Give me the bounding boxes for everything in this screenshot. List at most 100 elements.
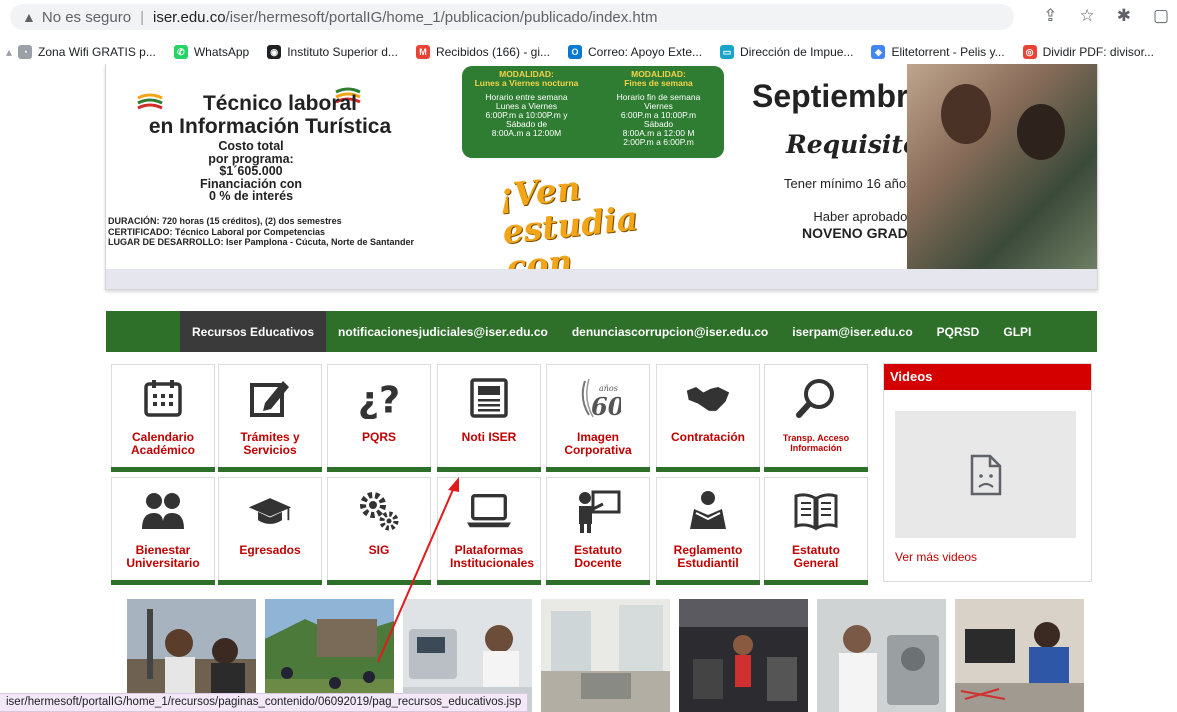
teacher-icon — [575, 488, 621, 534]
browser-actions: ⇪ ☆ ✱ ▢ — [1043, 6, 1169, 26]
bookmarks-separator-icon: ▴ — [6, 45, 13, 59]
bookmark-favicon-icon: ◉ — [267, 45, 282, 59]
warning-icon: ▲ — [22, 9, 36, 25]
tile-label: Transp. Acceso Información — [782, 433, 850, 453]
window-icon[interactable]: ▢ — [1153, 6, 1169, 26]
resource-tile[interactable]: Noti ISER — [437, 364, 541, 472]
url-host[interactable]: iser.edu.co — [153, 9, 226, 26]
detail-line: DURACIÓN: 720 horas (15 créditos), (2) d… — [108, 216, 342, 226]
nav-item[interactable]: notificacionesjudiciales@iser.edu.co — [326, 311, 560, 352]
resource-tile[interactable]: ¿? PQRS — [327, 364, 431, 472]
nav-item[interactable]: GLPI — [991, 311, 1043, 352]
tile-label: Egresados — [239, 543, 301, 557]
nav-item[interactable]: PQRSD — [925, 311, 992, 352]
edit-icon — [247, 375, 293, 421]
cost-line: Costo total — [218, 139, 284, 153]
broken-file-icon — [970, 454, 1001, 495]
videos-header: Videos — [884, 364, 1091, 390]
resource-tile[interactable]: Plataformas Institucionales — [437, 477, 541, 585]
students-photo — [907, 64, 1097, 270]
bookmark-favicon-icon: ✆ — [173, 45, 188, 59]
schedule-body: Horario entre semana Lunes a Viernes 6:0… — [485, 92, 568, 138]
resource-tile[interactable]: Calendario Académico — [111, 364, 215, 472]
resource-tile[interactable]: Bienestar Universitario — [111, 477, 215, 585]
bookmark-favicon-icon: ▭ — [720, 45, 735, 59]
banner-title-line2: en Información Turística — [148, 115, 392, 138]
share-icon[interactable]: ⇪ — [1043, 6, 1057, 26]
bookmark-favicon-icon: ◎ — [1022, 45, 1037, 59]
tile-label: Trámites y Servicios — [240, 430, 300, 457]
resource-tile[interactable]: Estatuto General — [764, 477, 868, 585]
svg-text:60: 60 — [591, 392, 621, 421]
banner-title: Técnico laboral en Información Turística — [140, 92, 400, 138]
resource-tile[interactable]: SIG — [327, 477, 431, 585]
requirement-line: Haber aprobado — [813, 209, 908, 224]
bookmark-item[interactable]: ▭ Dirección de Impue... — [720, 45, 853, 59]
browser-toolbar: ▲ No es seguro | iser.edu.co/iser/hermes… — [0, 0, 1177, 36]
bookmark-label: Instituto Superior d... — [287, 45, 398, 59]
svg-text:años: años — [599, 384, 618, 393]
promo-banner[interactable]: Técnico laboral en Información Turística… — [105, 64, 1098, 290]
security-label[interactable]: No es seguro — [42, 9, 131, 26]
resource-tile[interactable]: 60años Imagen Corporativa — [546, 364, 650, 472]
bookmark-label: WhatsApp — [193, 45, 250, 59]
users-icon — [140, 488, 186, 534]
bookmark-label: Correo: Apoyo Exte... — [587, 45, 703, 59]
calendar-icon — [140, 375, 186, 421]
bookmark-favicon-icon: ◔ — [18, 45, 33, 59]
status-url: iser/hermesoft/portalIG/home_1/recursos/… — [0, 693, 529, 712]
anniversary-logo-icon: 60años — [575, 375, 621, 421]
book-icon — [793, 488, 839, 534]
magnifier-icon — [793, 375, 839, 421]
nav-item[interactable]: denunciascorrupcion@iser.edu.co — [560, 311, 780, 352]
svg-text:¿?: ¿? — [358, 378, 400, 419]
photo-workshop[interactable] — [541, 599, 670, 712]
resource-tile[interactable]: Estatuto Docente — [546, 477, 650, 585]
address-separator: | — [140, 8, 144, 26]
tile-label: PQRS — [361, 430, 396, 444]
gears-icon — [356, 488, 402, 534]
bookmark-label: Zona Wifi GRATIS p... — [38, 45, 156, 59]
extensions-icon[interactable]: ✱ — [1117, 6, 1131, 26]
bookmark-favicon-icon: M — [415, 45, 430, 59]
bookmark-item[interactable]: ◔ Zona Wifi GRATIS p... — [18, 45, 156, 59]
address-bar[interactable]: ▲ No es seguro | iser.edu.co/iser/hermes… — [10, 4, 1014, 30]
tile-label: Noti ISER — [461, 430, 517, 444]
schedule-box: MODALIDAD: Lunes a Viernes nocturna Hora… — [462, 66, 724, 158]
nav-item[interactable]: Recursos Educativos — [180, 311, 327, 352]
banner-cost: Costo total por programa: $1´605.000 Fin… — [186, 140, 316, 203]
resource-tile[interactable]: Reglamento Estudiantil — [656, 477, 760, 585]
student-reading-icon — [685, 488, 731, 534]
video-player[interactable] — [895, 411, 1076, 538]
nav-item[interactable]: iserpam@iser.edu.co — [780, 311, 924, 352]
tile-label: Bienestar Universitario — [126, 543, 200, 570]
resource-tile[interactable]: Egresados — [218, 477, 322, 585]
requirement-grade: Haber aprobado NOVENO GRADO — [802, 208, 919, 242]
schedule-weekday: MODALIDAD: Lunes a Viernes nocturna Hora… — [464, 70, 589, 138]
bookmark-item[interactable]: ◈ Elitetorrent - Pelis y... — [871, 45, 1005, 59]
schedule-title: MODALIDAD: Fines de semana — [624, 69, 693, 88]
more-videos-link[interactable]: Ver más videos — [895, 550, 977, 564]
photo-electronics[interactable] — [955, 599, 1084, 712]
photo-lab-technician[interactable] — [817, 599, 946, 712]
resource-tile[interactable]: Trámites y Servicios — [218, 364, 322, 472]
schedule-body: Horario fin de semana Viernes 6:00P.m a … — [616, 92, 701, 147]
bookmark-item[interactable]: M Recibidos (166) - gi... — [415, 45, 550, 59]
resource-tile[interactable]: Contratación — [656, 364, 760, 472]
banner-title-line1: Técnico laboral — [202, 92, 358, 115]
bookmark-item[interactable]: ✆ WhatsApp — [173, 45, 250, 59]
resource-tile[interactable]: Transp. Acceso Información — [764, 364, 868, 472]
detail-line: CERTIFICADO: Técnico Laboral por Compete… — [108, 226, 326, 237]
url-path[interactable]: /iser/hermesoft/portalIG/home_1/publicac… — [226, 9, 658, 26]
star-icon[interactable]: ☆ — [1079, 6, 1094, 26]
bookmark-item[interactable]: ◉ Instituto Superior d... — [267, 45, 398, 59]
tile-label: Reglamento Estudiantil — [673, 543, 743, 570]
bookmark-favicon-icon: ◈ — [871, 45, 886, 59]
bookmark-item[interactable]: O Correo: Apoyo Exte... — [567, 45, 703, 59]
bookmark-favicon-icon: O — [567, 45, 582, 59]
bookmark-item[interactable]: ◎ Dividir PDF: divisor... — [1022, 45, 1154, 59]
photo-gym[interactable] — [679, 599, 808, 712]
detail-line: LUGAR DE DESARROLLO: Iser Pamplona - Cúc… — [108, 237, 415, 247]
videos-panel: Videos Ver más videos — [883, 363, 1092, 582]
